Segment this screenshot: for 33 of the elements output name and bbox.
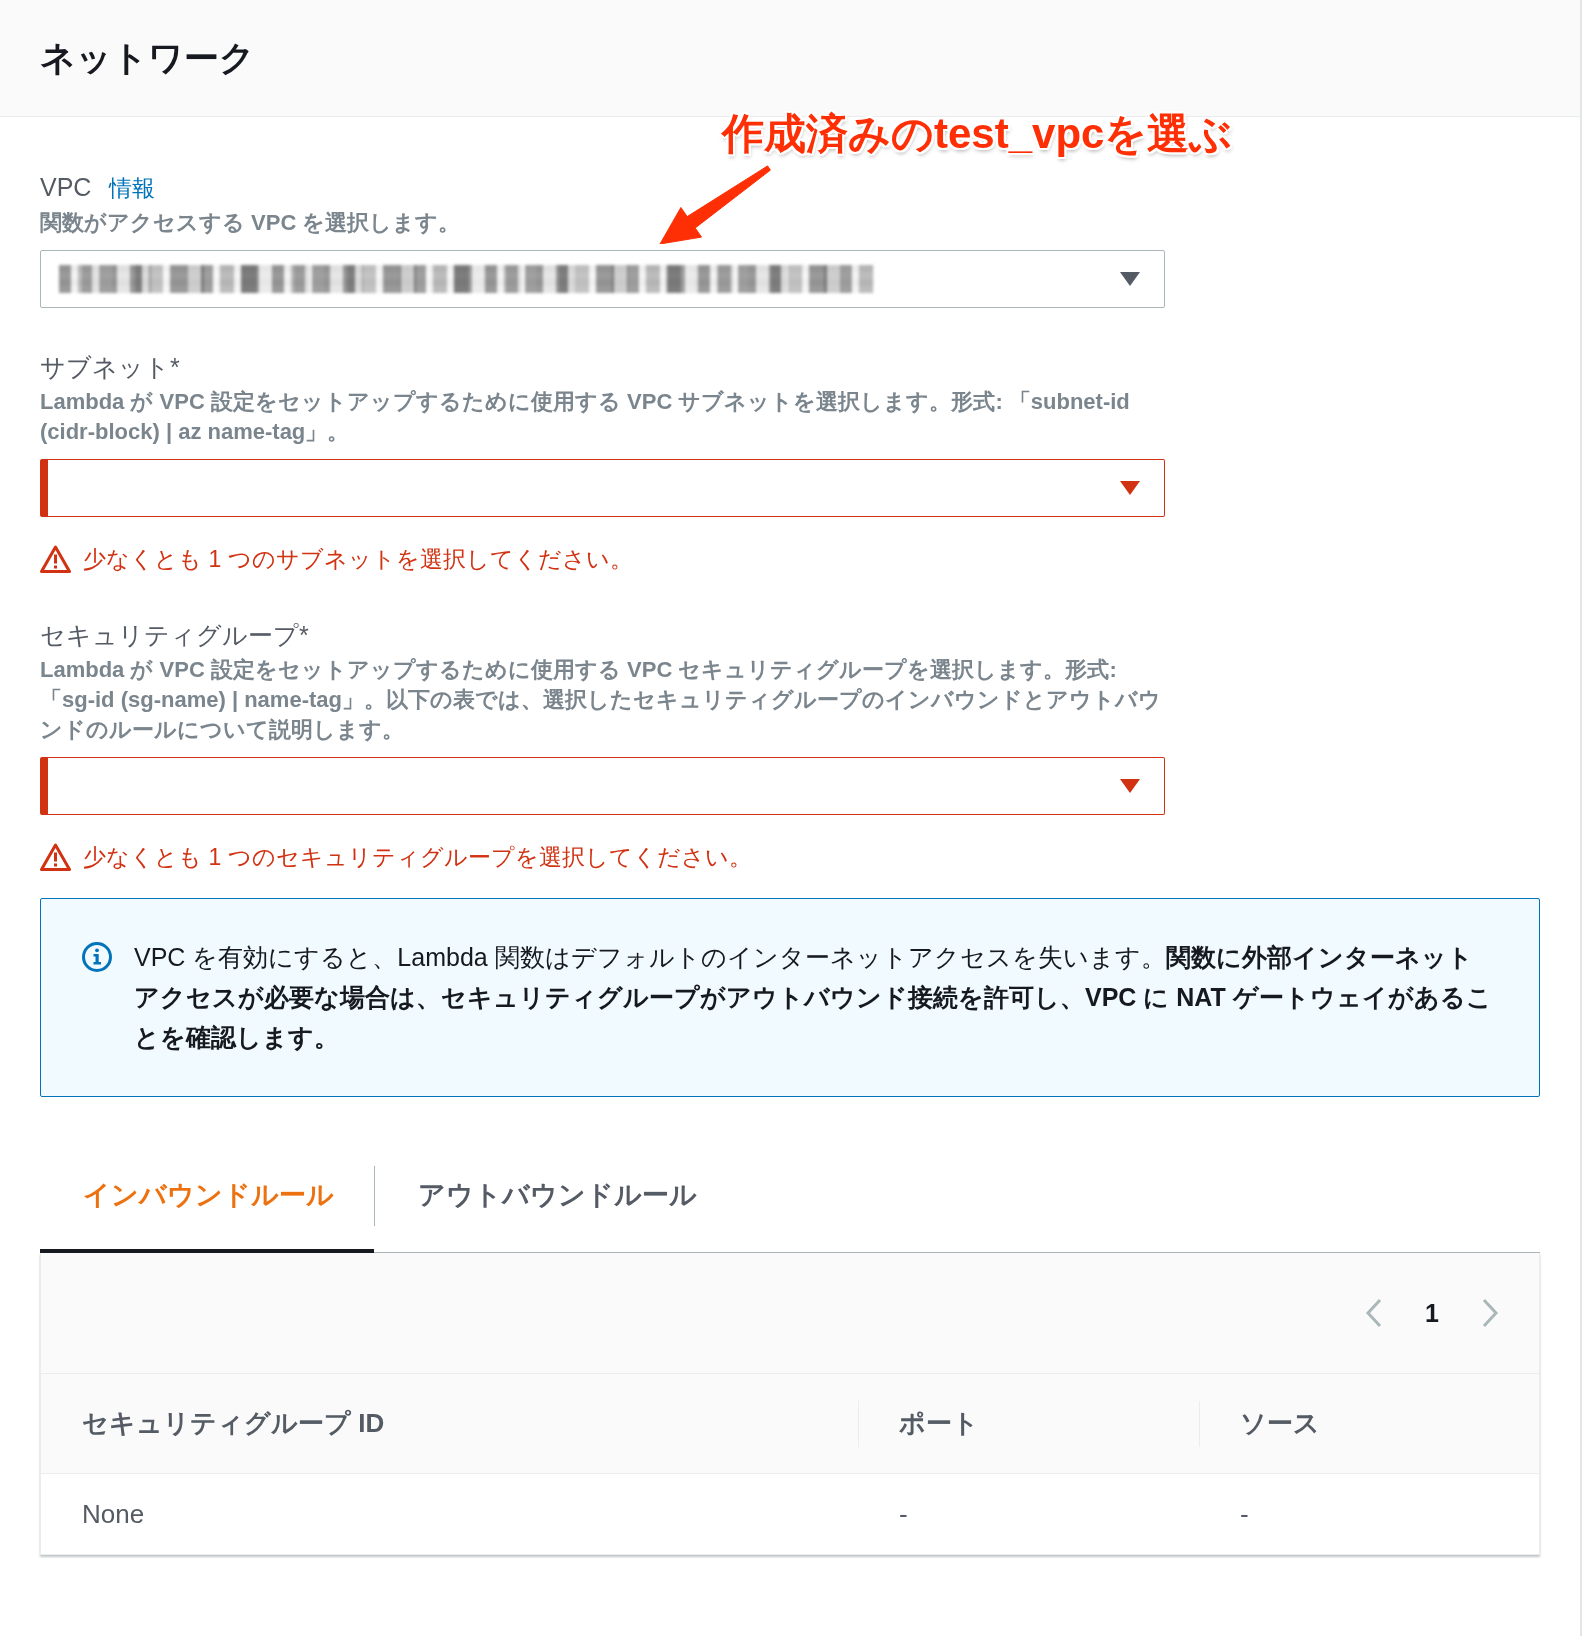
field-label: サブネット* bbox=[40, 352, 180, 383]
error-message: 少なくとも 1 つのサブネットを選択してください。 bbox=[83, 545, 633, 574]
field-description: Lambda が VPC 設定をセットアップするために使用する VPC セキュリティグループを選択します。形式: 「sg-id (sg-name) | name-tag」。以下の表では、選択したセキュリティグループのインバウンドとアウトバウンドのルールについて説明します。 bbox=[40, 656, 1162, 744]
next-page-button[interactable] bbox=[1481, 1298, 1499, 1328]
caret-down-icon bbox=[1120, 779, 1140, 793]
caret-down-icon bbox=[1120, 272, 1140, 286]
info-icon bbox=[81, 941, 113, 973]
warning-icon bbox=[40, 843, 71, 871]
page-number-button[interactable]: 1 bbox=[1425, 1298, 1439, 1328]
field-description: 関数がアクセスする VPC を選択します。 bbox=[40, 209, 462, 237]
chevron-right-icon bbox=[1481, 1298, 1499, 1328]
field-label: VPC bbox=[40, 172, 92, 203]
field-description: Lambda が VPC 設定をセットアップするために使用する VPC サブネットを選択します。形式: 「subnet-id (cidr-block) | az name-tag」。 bbox=[40, 388, 1131, 446]
section-title: ネットワーク bbox=[40, 36, 255, 79]
previous-page-button[interactable] bbox=[1365, 1298, 1384, 1328]
table-cell: - bbox=[899, 1498, 908, 1530]
column-header: セキュリティグループ ID bbox=[82, 1407, 385, 1440]
table-cell: - bbox=[1240, 1498, 1249, 1530]
dropdown-field[interactable] bbox=[40, 250, 1165, 308]
warning-icon bbox=[40, 545, 71, 573]
dropdown-field[interactable] bbox=[40, 757, 1165, 815]
column-header: ソース bbox=[1240, 1407, 1320, 1440]
chevron-left-icon bbox=[1365, 1298, 1384, 1328]
table-cell: None bbox=[82, 1498, 145, 1530]
info-link[interactable]: 情報 bbox=[109, 172, 156, 204]
annotation-text: 作成済みのtest_vpcを選ぶ bbox=[722, 109, 1233, 159]
error-message: 少なくとも 1 つのセキュリティグループを選択してください。 bbox=[83, 843, 752, 872]
tab[interactable]: アウトバウンドルール bbox=[375, 1151, 737, 1253]
field-label: セキュリティグループ* bbox=[40, 620, 309, 651]
alert-message: VPC を有効にすると、Lambda 関数はデフォルトのインターネットアクセスを失います。関数に外部インターネットアクセスが必要な場合は、セキュリティグループがアウトバウンド接続を許可し、VPC に NAT ゲートウェイがあることを確認します。 bbox=[134, 942, 1493, 1053]
dropdown-field[interactable] bbox=[40, 459, 1165, 517]
column-header: ポート bbox=[899, 1407, 979, 1440]
caret-down-icon bbox=[1120, 481, 1140, 495]
